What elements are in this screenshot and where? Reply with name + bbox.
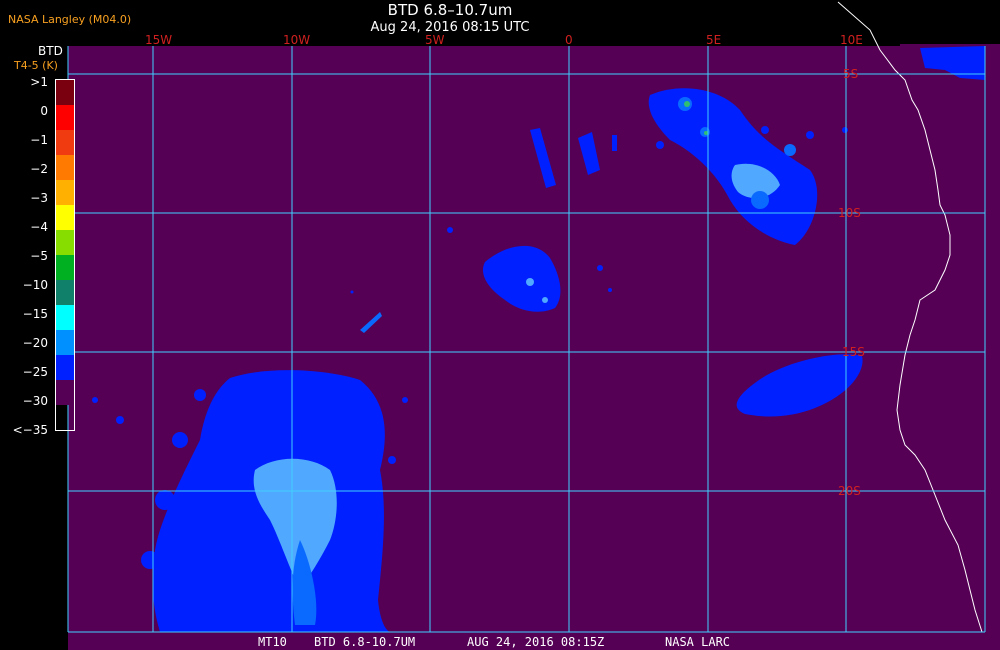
legend-swatch (56, 105, 74, 130)
legend-tick-label: >1 (30, 75, 48, 89)
footer-sat: MT10 (258, 635, 287, 649)
legend-tick-label: −4 (30, 220, 48, 234)
lon-label-5w: 5W (425, 33, 445, 47)
lon-label-5e: 5E (706, 33, 721, 47)
legend-swatch (56, 280, 74, 305)
legend-swatch (56, 255, 74, 280)
footer-datetime: AUG 24, 2016 08:15Z (467, 635, 605, 649)
footer-product: BTD 6.8-10.7UM (314, 635, 416, 649)
legend-tick-label: −25 (22, 365, 48, 379)
legend-tick-label: −20 (22, 336, 48, 350)
legend-tick-label: −15 (22, 307, 48, 321)
legend-swatch (56, 180, 74, 205)
lon-label-0: 0 (565, 33, 573, 47)
map-subtitle: Aug 24, 2016 08:15 UTC (370, 20, 530, 35)
lat-label-10s: 10S (838, 206, 861, 220)
lat-label-15s: 15S (842, 345, 865, 359)
legend-swatch (56, 330, 74, 355)
legend-units: T4-5 (K) (14, 59, 58, 72)
legend-tick-label: 0 (40, 104, 48, 118)
legend-swatch (56, 380, 74, 405)
lon-label-10w: 10W (283, 33, 310, 47)
legend-tick-label: −3 (30, 191, 48, 205)
lat-label-20s: 20S (838, 484, 861, 498)
lat-label-5s: 5S (843, 67, 858, 81)
lon-label-10e: 10E (840, 33, 863, 47)
legend-swatch (56, 80, 74, 105)
legend-tick-label: −30 (22, 394, 48, 408)
legend-title: BTD (38, 44, 63, 58)
legend-tick-label: −1 (30, 133, 48, 147)
legend-swatch (56, 355, 74, 380)
legend-tick-label: −10 (22, 278, 48, 292)
footer-bar: MT10 BTD 6.8-10.7UM AUG 24, 2016 08:15Z … (0, 634, 1000, 650)
legend-tick-label: −2 (30, 162, 48, 176)
legend-swatch (56, 230, 74, 255)
graticule: 15W 10W 5W 0 5E 10E 5S 10S 15S 20S (67, 33, 986, 633)
footer-agency: NASA LARC (665, 635, 731, 649)
lon-label-15w: 15W (145, 33, 172, 47)
legend-swatch (56, 155, 74, 180)
legend-swatch (56, 130, 74, 155)
legend-swatch (56, 205, 74, 230)
legend-tick-label: −5 (30, 249, 48, 263)
legend-colorbar (55, 79, 75, 431)
map-title: BTD 6.8–10.7um (387, 1, 513, 19)
legend-tick-label: <−35 (12, 423, 48, 437)
legend-swatch (56, 305, 74, 330)
